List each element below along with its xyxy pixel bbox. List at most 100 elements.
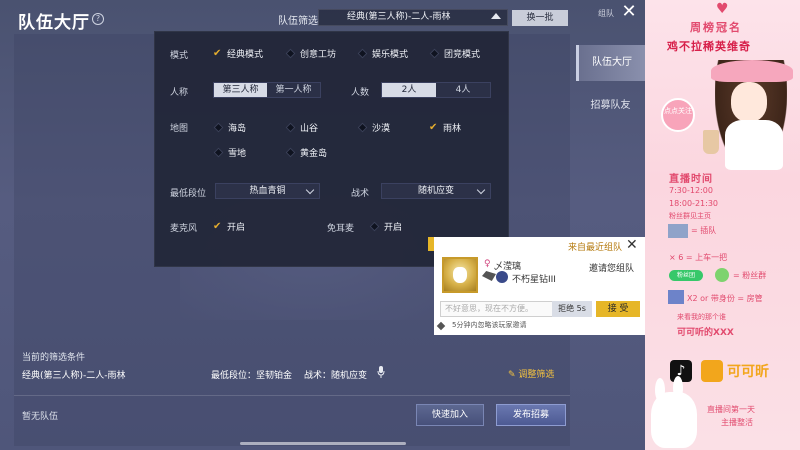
map-option-gold-island[interactable]: 黄金岛 — [285, 146, 327, 159]
fan-club-pill: 粉丝团 — [669, 270, 703, 281]
team-tab-small[interactable]: 组队 — [598, 8, 614, 19]
accept-button[interactable]: 接 受 — [596, 301, 640, 317]
map-option-desert[interactable]: 沙漠 — [357, 121, 390, 134]
streamer-illustration-body — [725, 120, 783, 170]
page-title: 队伍大厅 — [18, 13, 90, 33]
gift-icon — [668, 290, 684, 304]
map-label: 地图 — [170, 124, 189, 134]
quick-join-button[interactable]: 快速加入 — [416, 404, 484, 426]
mode-option-fun[interactable]: 娱乐模式 — [357, 47, 408, 60]
perspective-label: 人称 — [170, 88, 189, 98]
rule-queue: = 插队 — [691, 226, 717, 235]
team-invite-popup: 来自最近组队 ✕ ♀ 乄滢璃 不朽星钻III 邀请您组队 不好意思，现在不方便。… — [434, 237, 645, 335]
mic-option-on[interactable]: ✔ 开启 — [213, 220, 245, 233]
bunny-illustration — [651, 392, 697, 448]
heart-icon: ♥ — [716, 1, 729, 17]
tab-team-hall[interactable]: 队伍大厅 — [576, 45, 645, 81]
diamond-checkbox-icon — [285, 48, 296, 59]
stream-overlay: ♥ 周榜冠名 鸡不拉稀英维奇 点点关注 直播时间 7:30-12:00 18:0… — [645, 0, 800, 450]
perspective-toggle[interactable]: 第三人称 第一人称 — [213, 82, 321, 98]
check-icon: ✔ — [213, 220, 222, 232]
ignore-player-text: 5分钟内忽略该玩家邀请 — [452, 321, 527, 329]
team-size-4[interactable]: 4人 — [436, 83, 490, 97]
player-rank: 不朽星钻III — [512, 275, 556, 285]
filter-select-value: 经典(第三人称)-二人-雨林 — [347, 12, 451, 22]
current-filter-title: 当前的筛选条件 — [22, 353, 86, 363]
chevron-down-icon — [476, 185, 486, 195]
adjust-filter-button[interactable]: ✎ 调整筛选 — [508, 367, 554, 380]
platform-logo-icon — [701, 360, 723, 382]
tactic-label: 战术 — [351, 189, 370, 199]
refresh-button[interactable]: 换一批 — [512, 10, 568, 26]
sponsor-title: 周榜冠名 — [690, 21, 742, 34]
map-option-erangel[interactable]: 海岛 — [213, 121, 246, 134]
perspective-fpp[interactable]: 第一人称 — [267, 83, 320, 97]
team-size-label: 人数 — [351, 88, 370, 98]
diamond-checkbox-icon — [285, 147, 296, 158]
map-option-valley[interactable]: 山谷 — [285, 121, 318, 134]
wechat-icon — [715, 268, 729, 282]
game-screen: 队伍大厅 ? 队伍筛选 经典(第三人称)-二人-雨林 换一批 组队 ✕ 队伍大厅… — [0, 0, 645, 450]
rule-tagline: 可可听的XXX — [677, 328, 734, 338]
publish-recruit-button[interactable]: 发布招募 — [496, 404, 566, 426]
caret-up-icon — [491, 13, 501, 19]
mic-label: 麦克风 — [170, 224, 198, 234]
team-size-2[interactable]: 2人 — [382, 83, 436, 97]
rule-fan-group: = 粉丝群 — [733, 271, 767, 280]
reject-button[interactable]: 拒绝 5s — [552, 301, 592, 317]
map-option-rainforest[interactable]: ✔ 雨林 — [429, 121, 461, 134]
current-filter-rank: 最低段位：坚韧铂金 — [211, 371, 293, 381]
streamer-illustration-face — [731, 82, 767, 122]
current-filter-mode: 经典(第三人称)-二人-雨林 — [22, 371, 126, 381]
rule-note: 来看我的那个谁 — [677, 313, 726, 321]
close-icon[interactable]: ✕ — [618, 2, 640, 22]
diamond-checkbox-icon[interactable] — [436, 321, 446, 331]
schedule-title: 直播时间 — [669, 174, 713, 185]
home-indicator — [240, 442, 406, 445]
rule-ride: × 6 = 上车一把 — [669, 253, 728, 262]
empty-state-text: 暂无队伍 — [22, 412, 59, 422]
diamond-checkbox-icon — [429, 48, 440, 59]
edit-icon: ✎ — [508, 370, 519, 380]
diamond-checkbox-icon — [213, 122, 224, 133]
perspective-tpp[interactable]: 第三人称 — [214, 83, 267, 97]
schedule-morning: 7:30-12:00 — [669, 186, 713, 195]
team-size-toggle[interactable]: 2人 4人 — [381, 82, 491, 98]
rule-admin: X2 or 带身份 = 房管 — [687, 294, 763, 303]
microphone-icon — [377, 366, 385, 378]
diamond-checkbox-icon — [285, 122, 296, 133]
chevron-down-icon — [305, 185, 315, 195]
player-name: 乄滢璃 — [494, 262, 522, 272]
rank-wing-icon — [482, 271, 496, 281]
close-icon[interactable]: ✕ — [626, 237, 638, 253]
platform-name: 可可昕 — [727, 364, 769, 380]
stream-footer-2: 主播整活 — [721, 418, 753, 427]
invite-message: 邀请您组队 — [589, 264, 635, 274]
filter-dropdown: 模式 ✔ 经典模式 创意工坊 娱乐模式 团竞模式 人称 第三人称 第一人称 人数 … — [154, 31, 509, 267]
follow-badge: 点点关注 — [661, 98, 695, 132]
diamond-checkbox-icon — [357, 48, 368, 59]
map-option-snow[interactable]: 雪地 — [213, 146, 246, 159]
tactic-select[interactable]: 随机应变 — [381, 183, 491, 199]
diamond-checkbox-icon — [369, 221, 380, 232]
schedule-note: 粉丝群见主页 — [669, 212, 711, 220]
sponsor-name: 鸡不拉稀英维奇 — [667, 40, 751, 53]
help-circle-icon[interactable]: ? — [92, 13, 104, 25]
invite-source: 来自最近组队 — [568, 243, 623, 253]
filter-label: 队伍筛选 — [278, 16, 318, 27]
no-headset-option-on[interactable]: 开启 — [369, 220, 402, 233]
team-filter-select[interactable]: 经典(第三人称)-二人-雨林 — [318, 9, 508, 26]
avatar-face — [453, 267, 467, 283]
diamond-checkbox-icon — [357, 122, 368, 133]
divider — [14, 395, 570, 396]
mode-option-workshop[interactable]: 创意工坊 — [285, 47, 336, 60]
mode-option-tdm[interactable]: 团竞模式 — [429, 47, 480, 60]
min-rank-select[interactable]: 热血青铜 — [215, 183, 320, 199]
no-headset-label: 免耳麦 — [327, 224, 355, 234]
mode-option-classic[interactable]: ✔ 经典模式 — [213, 47, 263, 60]
tab-recruit[interactable]: 招募队友 — [576, 96, 645, 111]
drink-cup-icon — [703, 130, 719, 154]
gift-icon — [668, 224, 688, 238]
diamond-checkbox-icon — [213, 147, 224, 158]
streamer-illustration-hat — [711, 60, 793, 82]
